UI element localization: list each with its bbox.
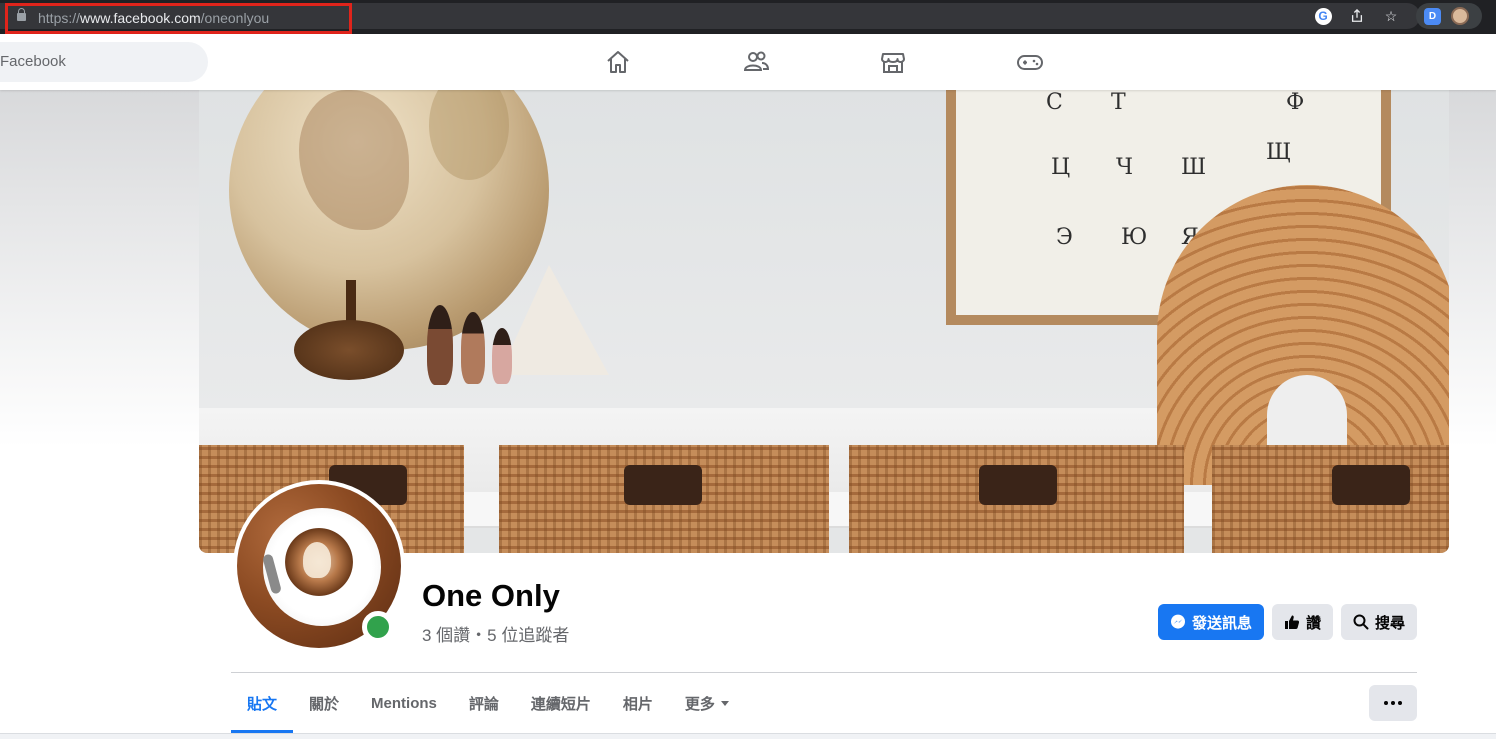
like-label: 讚 (1305, 614, 1321, 632)
messenger-icon (1170, 614, 1185, 629)
tab-about[interactable]: 關於 (293, 673, 355, 733)
dot (1384, 701, 1388, 705)
home-icon[interactable] (604, 48, 632, 76)
extensions-area: D (1416, 3, 1482, 29)
profile-header-background (0, 553, 1496, 739)
tab-label: 評論 (468, 695, 499, 713)
cover-basket (499, 445, 829, 553)
tab-more[interactable]: 更多 (669, 673, 745, 733)
cover-globe-stand (294, 320, 404, 380)
online-status-indicator (362, 611, 394, 643)
facebook-top-nav: Facebook (0, 34, 1496, 90)
tab-label: 貼文 (247, 695, 278, 713)
tab-reels[interactable]: 連續短片 (515, 673, 607, 733)
url-highlight-box (5, 3, 352, 34)
browser-toolbar: https://www.facebook.com/oneonlyou G ☆ D (0, 0, 1496, 34)
page-search-label: 搜尋 (1374, 614, 1405, 632)
cover-tipi (499, 265, 609, 375)
tab-label: Mentions (371, 694, 437, 712)
dot (1398, 701, 1402, 705)
caret-down-icon (720, 700, 729, 706)
send-message-button[interactable]: 發送訊息 (1158, 604, 1264, 640)
dot (1391, 701, 1395, 705)
browser-actions: G ☆ D (1314, 3, 1496, 29)
thumbs-up-icon (1284, 615, 1300, 629)
tab-label: 關於 (309, 695, 340, 713)
search-icon (1353, 614, 1369, 630)
marketplace-icon[interactable] (879, 48, 907, 76)
content-area-top (0, 733, 1496, 739)
page-search-button[interactable]: 搜尋 (1341, 604, 1417, 640)
google-icon[interactable]: G (1314, 7, 1332, 25)
tab-label: 相片 (622, 695, 653, 713)
page-title: One Only (422, 578, 560, 613)
profile-avatar-icon[interactable] (1451, 7, 1469, 25)
more-options-button[interactable] (1369, 685, 1417, 721)
search-placeholder: Facebook (0, 53, 66, 70)
profile-tabs: 貼文 關於 Mentions 評論 連續短片 相片 更多 (231, 673, 745, 733)
star-icon[interactable]: ☆ (1382, 7, 1400, 25)
extension-icon[interactable]: D (1424, 7, 1441, 25)
tab-reviews[interactable]: 評論 (453, 673, 515, 733)
cover-basket (1212, 445, 1449, 553)
tab-label: 連續短片 (530, 695, 591, 713)
tab-posts[interactable]: 貼文 (231, 673, 294, 733)
tab-label: 更多 (684, 695, 715, 713)
page-stats[interactable]: 3 個讚・5 位追蹤者 (422, 621, 569, 646)
cover-peg-doll (427, 305, 453, 385)
tab-photos[interactable]: 相片 (607, 673, 669, 733)
gaming-icon[interactable] (1016, 48, 1044, 76)
cover-peg-doll (461, 312, 485, 384)
cover-photo[interactable]: С Т Ф Ц Ч Ш Щ Э Ю Я (199, 90, 1449, 553)
like-button[interactable]: 讚 (1272, 604, 1333, 640)
friends-icon[interactable] (742, 48, 770, 76)
tab-mentions[interactable]: Mentions (355, 673, 453, 733)
cover-wooden-rainbow (1157, 185, 1449, 485)
cover-basket (849, 445, 1184, 553)
search-input[interactable]: Facebook (0, 42, 208, 82)
share-icon[interactable] (1348, 7, 1366, 25)
cover-peg-doll (492, 328, 512, 384)
send-message-label: 發送訊息 (1191, 614, 1252, 632)
